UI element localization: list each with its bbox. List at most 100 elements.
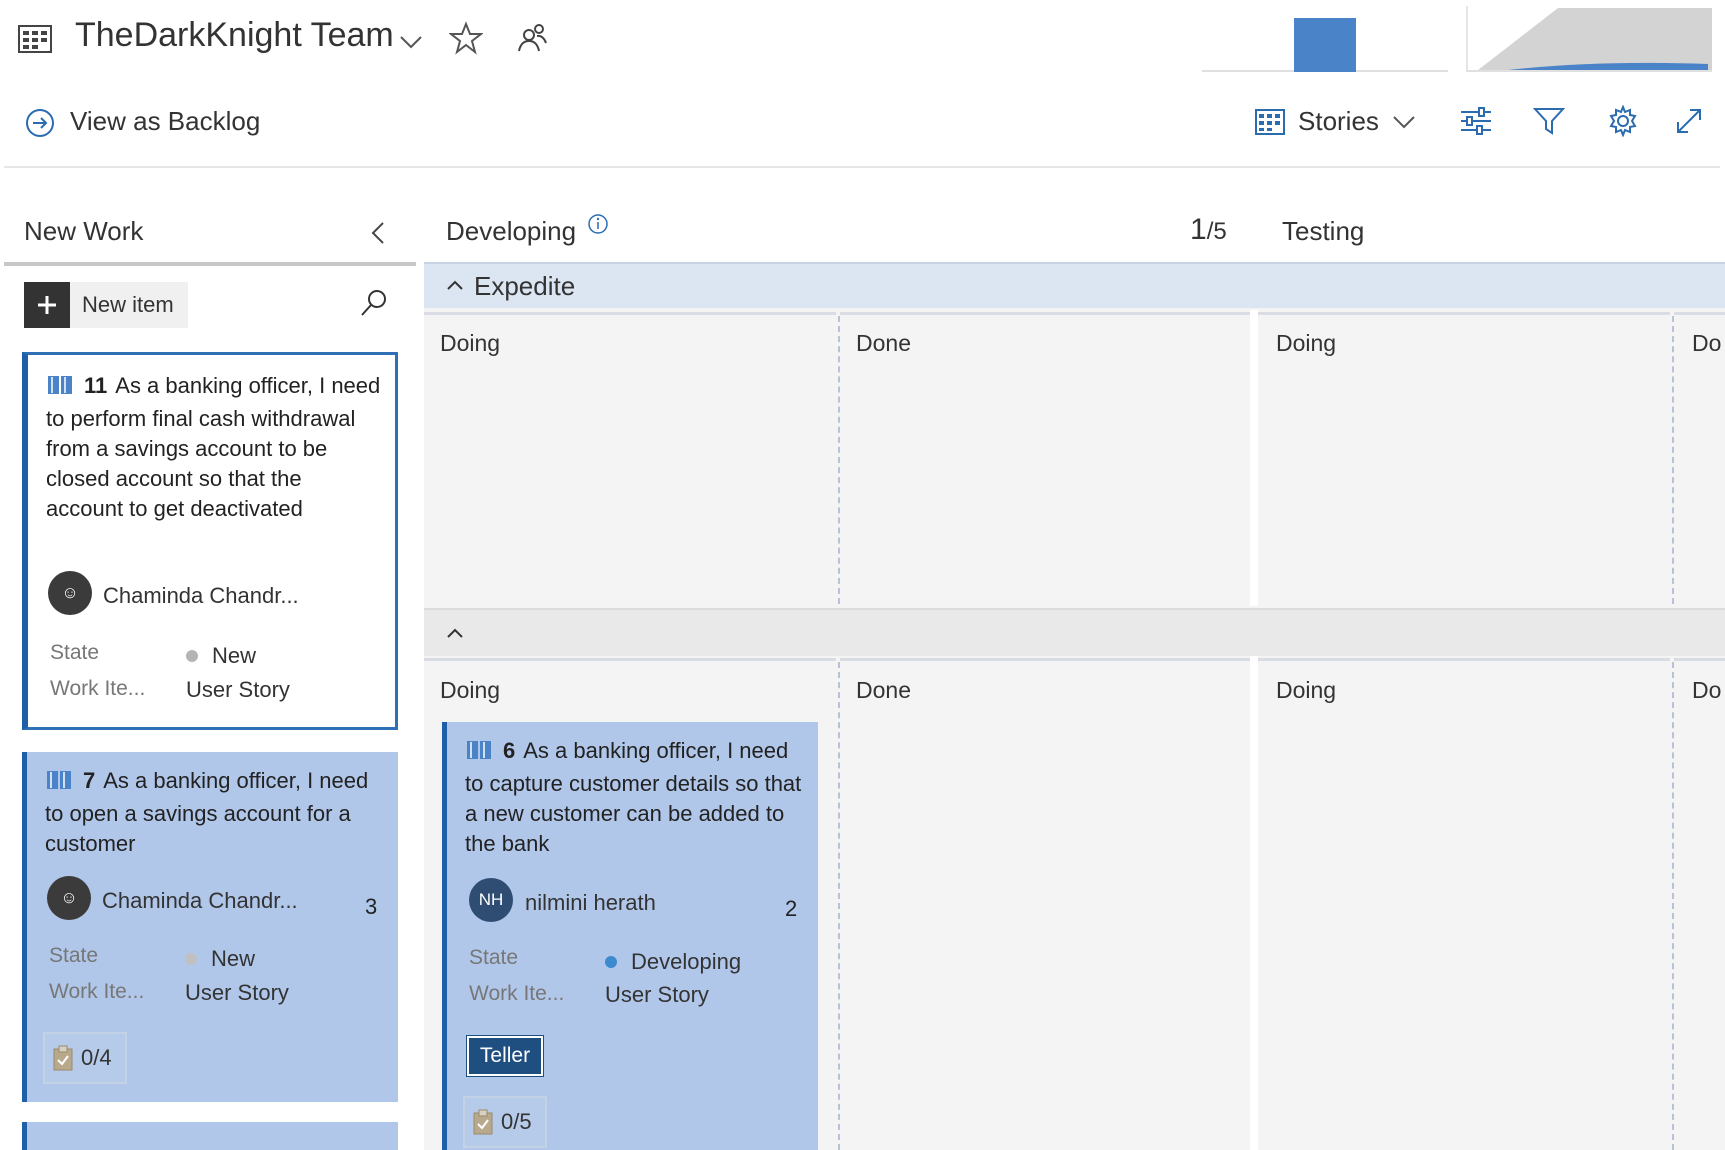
star-icon[interactable] [448, 20, 484, 56]
assignee-name[interactable]: nilmini herath [525, 890, 656, 916]
header-divider [4, 166, 1720, 168]
tag-teller[interactable]: Teller [466, 1035, 544, 1077]
column-gap [1250, 656, 1258, 1150]
book-icon [465, 739, 493, 769]
sub-column-doing: Doing [1276, 677, 1337, 703]
sub-column-rule [1674, 658, 1725, 661]
expand-icon[interactable] [1672, 104, 1706, 138]
sliders-icon[interactable] [1458, 104, 1494, 138]
column-header-new-work: New Work [24, 216, 144, 246]
state-text: Developing [631, 949, 742, 974]
clipboard-icon [473, 1109, 493, 1135]
work-item-type-label: Work Ite... [49, 980, 145, 1003]
sub-column-divider [1672, 316, 1674, 604]
sub-column-divider [838, 316, 840, 604]
work-item-type-value: User Story [186, 677, 290, 702]
search-icon[interactable] [358, 286, 390, 320]
state-text: New [212, 643, 257, 668]
sub-column-divider [838, 662, 840, 1150]
sub-column-rule [1258, 312, 1670, 315]
sub-column-done: Do [1692, 677, 1722, 703]
avatar: NH [469, 878, 513, 922]
sub-column-doing: Doing [1276, 330, 1337, 356]
arrow-circle-icon[interactable] [24, 107, 56, 139]
backlog-level-chevron-down-icon[interactable] [1390, 112, 1418, 132]
sub-column-rule [1258, 658, 1670, 661]
card-title: 11 As a banking officer, I need to perfor… [46, 371, 382, 524]
card-title: 6 As a banking officer, I need to capture… [465, 736, 805, 859]
card-title: 7 As a banking officer, I need to open a … [45, 766, 385, 859]
state-value: Developing [605, 949, 741, 975]
swimlane-expedite-label: Expedite [474, 271, 576, 301]
work-item-type-value: User Story [605, 982, 709, 1007]
state-label: State [49, 944, 99, 967]
work-item-card-7[interactable]: 7 As a banking officer, I need to open a … [22, 752, 398, 1102]
new-item-button[interactable]: New item [24, 282, 188, 328]
state-value: New [185, 946, 255, 972]
child-tasks-badge[interactable]: 0/4 [43, 1032, 127, 1084]
column-header-testing: Testing [1282, 216, 1365, 246]
assignee-name[interactable]: Chaminda Chandr... [103, 583, 299, 609]
column-gap [1250, 310, 1258, 606]
child-tasks-badge[interactable]: 0/5 [463, 1096, 547, 1148]
wip-max: /5 [1206, 218, 1227, 245]
backlog-level-board-icon [1254, 108, 1286, 136]
child-tasks-count: 0/4 [81, 1045, 112, 1070]
velocity-chart-thumbnail[interactable] [1202, 6, 1448, 72]
backlog-level-selector[interactable]: Stories [1298, 106, 1379, 137]
story-points: 2 [785, 896, 798, 921]
board-icon [18, 24, 52, 54]
work-item-type-value: User Story [185, 980, 289, 1005]
sub-column-rule [840, 312, 1250, 315]
info-icon[interactable] [586, 212, 610, 236]
team-members-icon[interactable] [514, 20, 550, 54]
sub-column-done: Done [856, 677, 911, 703]
team-name[interactable]: TheDarkKnight Team [75, 16, 394, 55]
state-dot [186, 650, 198, 662]
card-title-text[interactable]: As a banking officer, I need to capture … [465, 738, 801, 856]
filter-icon[interactable] [1532, 104, 1566, 138]
sub-column-done: Do [1692, 330, 1722, 356]
sub-column-divider [1672, 662, 1674, 1150]
team-chevron-down-icon[interactable] [396, 30, 426, 54]
avatar: ☺ [48, 571, 92, 615]
swimlane-expedite-header[interactable]: Expedite [424, 262, 1725, 308]
state-text: New [211, 946, 256, 971]
card-id: 6 [503, 738, 516, 763]
sub-column-doing: Doing [440, 677, 501, 703]
swimlane-default-header[interactable] [424, 608, 1725, 656]
sub-column-rule [840, 658, 1250, 661]
cumulative-flow-thumbnail[interactable] [1466, 6, 1712, 72]
work-item-card-11[interactable]: 11 As a banking officer, I need to perfor… [22, 352, 398, 730]
work-item-type-label: Work Ite... [50, 677, 146, 700]
new-work-divider [4, 262, 416, 266]
collapse-chevron-up-icon[interactable] [444, 274, 466, 296]
work-item-type-label: Work Ite... [469, 982, 565, 1005]
collapse-chevron-up-icon[interactable] [444, 622, 466, 644]
work-item-card-6[interactable]: 6 As a banking officer, I need to capture… [442, 722, 818, 1150]
view-as-backlog-link[interactable]: View as Backlog [70, 106, 260, 137]
assignee-name[interactable]: Chaminda Chandr... [102, 888, 298, 914]
new-item-label: New item [82, 292, 174, 317]
velocity-bar [1294, 18, 1356, 72]
state-value: New [186, 643, 256, 669]
story-points: 3 [365, 894, 378, 919]
book-icon [45, 769, 73, 799]
state-label: State [469, 946, 519, 969]
state-dot [605, 956, 617, 968]
wip-limit: 1/5 [1190, 213, 1227, 247]
sub-column-rule [424, 658, 836, 661]
avatar: ☺ [47, 876, 91, 920]
sub-column-doing: Doing [440, 330, 501, 356]
sub-column-rule [424, 312, 836, 315]
child-tasks-count: 0/5 [501, 1109, 532, 1134]
plus-icon [24, 282, 70, 328]
wip-current: 1 [1190, 213, 1207, 246]
book-icon [46, 374, 74, 404]
gear-icon[interactable] [1606, 104, 1640, 138]
collapse-chevron-left-icon[interactable] [366, 220, 390, 246]
clipboard-icon [53, 1045, 73, 1071]
column-header-developing: Developing [446, 216, 577, 246]
state-dot [185, 953, 197, 965]
work-item-card-partial[interactable] [22, 1122, 398, 1150]
